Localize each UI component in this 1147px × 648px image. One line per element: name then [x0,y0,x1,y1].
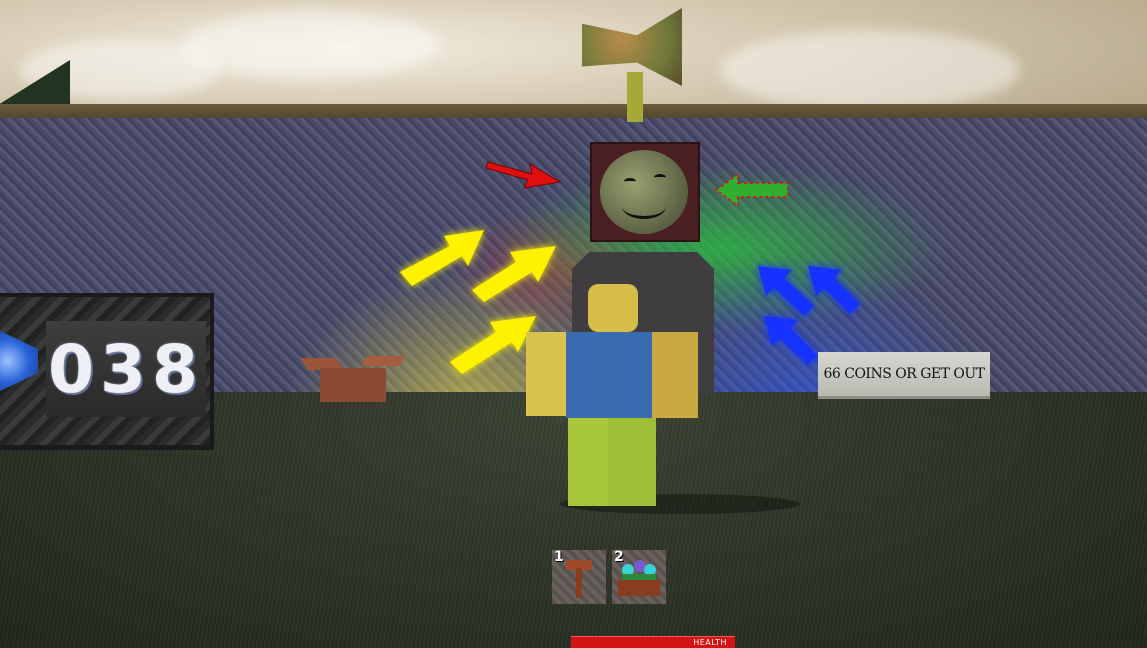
character-torso [566,332,652,418]
health-bar: HEALTH [571,636,735,648]
tool-hotbar: 1 2 [552,549,672,606]
smiley-face-icon [600,150,688,234]
distant-hill [0,60,70,110]
character-right-arm [652,332,698,418]
smiley-face-painting [590,142,700,242]
hotbar-slot-1[interactable]: 1 [552,549,606,604]
hotbar-slot-number: 2 [614,549,624,565]
speaker-pole [627,72,643,122]
character-left-arm [526,332,566,416]
hotbar-slot-2[interactable]: 2 [612,549,666,604]
character-head [588,284,638,332]
coin-counter-display: 038 [46,321,206,417]
coins-sign: 66 COINS OR GET OUT [818,352,990,396]
character-left-leg [568,418,610,506]
cardboard-box[interactable] [300,356,405,406]
health-label: HEALTH [693,638,727,647]
green-arrow [714,172,789,208]
coin-count: 038 [48,330,204,408]
red-arrow [486,161,562,189]
coin-counter-panel: 038 [0,293,214,450]
hotbar-slot-number: 1 [554,549,564,565]
character-right-leg [608,418,656,506]
coins-sign-text: 66 COINS OR GET OUT [823,366,985,382]
